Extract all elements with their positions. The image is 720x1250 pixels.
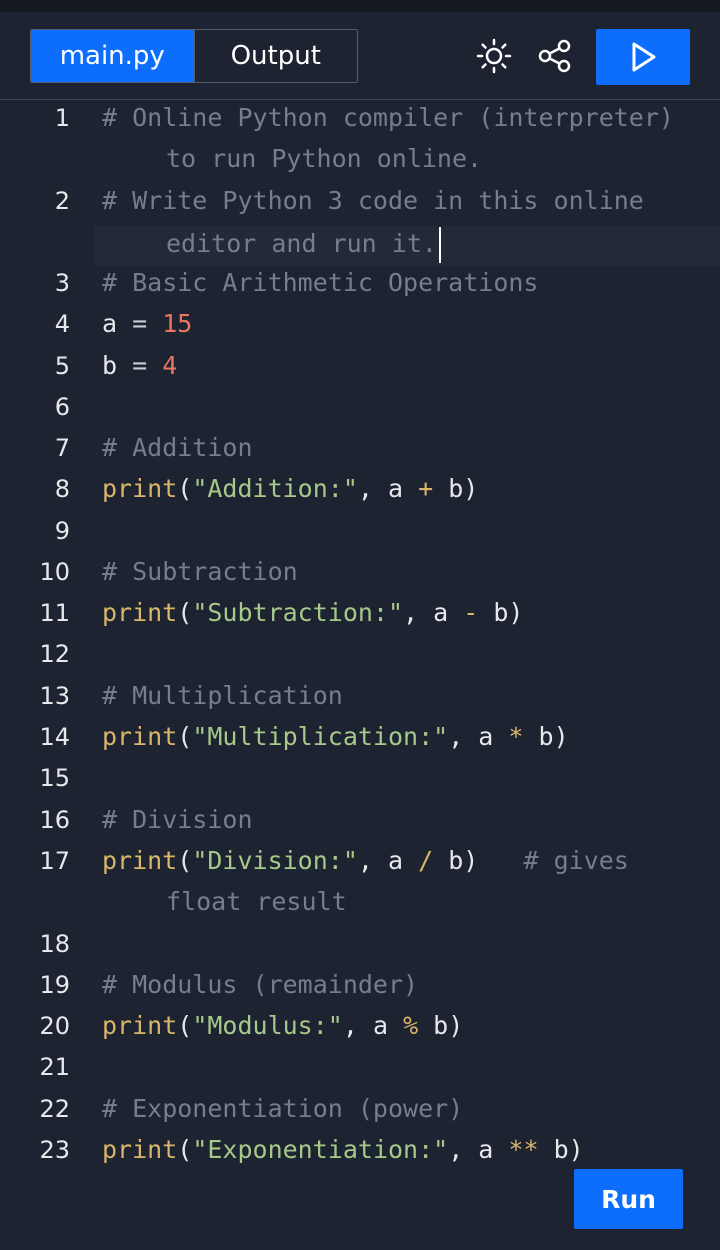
text-cursor xyxy=(438,227,441,263)
comment-text: editor and run it. xyxy=(166,229,437,258)
theme-sun-icon[interactable] xyxy=(476,38,512,74)
line-number: 17 xyxy=(39,847,70,875)
line-number: 22 xyxy=(39,1095,70,1123)
code-token: b) xyxy=(418,1011,464,1040)
code-line-20: print("Modulus:", a % b) xyxy=(102,1011,464,1040)
line-number: 9 xyxy=(54,517,70,545)
line-number: 10 xyxy=(39,558,70,586)
line-number: 8 xyxy=(54,475,70,503)
code-line-7: # Addition xyxy=(102,433,253,462)
line-number: 23 xyxy=(39,1136,70,1164)
line-number: 14 xyxy=(39,723,70,751)
string-token: "Division:" xyxy=(192,846,358,875)
code-line-22: # Exponentiation (power) xyxy=(102,1094,464,1123)
line-number: 16 xyxy=(39,806,70,834)
code-token: , a xyxy=(403,598,464,627)
code-token: b) xyxy=(433,846,479,875)
code-line-14: print("Multiplication:", a * b) xyxy=(102,722,569,751)
status-strip xyxy=(0,0,720,12)
code-line-16: # Division xyxy=(102,805,253,834)
operator-token: = xyxy=(132,309,148,338)
number-token: 15 xyxy=(162,309,193,338)
code-line-10: # Subtraction xyxy=(102,557,298,586)
code-token: , a xyxy=(448,1135,509,1164)
operator-token: * xyxy=(508,722,524,751)
comment-token: # gives xyxy=(523,846,629,875)
line-number: 21 xyxy=(39,1053,70,1081)
line-number: 15 xyxy=(39,764,70,792)
operator-token: / xyxy=(418,846,434,875)
code-token: , a xyxy=(357,846,419,875)
function-token: print xyxy=(102,846,178,875)
code-token: , a xyxy=(448,722,509,751)
string-token: "Exponentiation:" xyxy=(192,1135,449,1164)
string-token: "Addition:" xyxy=(192,474,358,503)
play-icon xyxy=(632,42,656,72)
operator-token: % xyxy=(403,1011,419,1040)
code-line-3: # Basic Arithmetic Operations xyxy=(102,268,539,297)
code-editor[interactable]: 1 2 3 4 5 6 7 8 9 10 11 12 13 14 15 16 1… xyxy=(0,100,720,1250)
code-line-2-wrap: editor and run it. xyxy=(166,227,720,263)
code-line-23: print("Exponentiation:", a ** b) xyxy=(102,1135,584,1164)
code-token: , a xyxy=(342,1011,404,1040)
code-token: b) xyxy=(478,598,524,627)
code-line-8: print("Addition:", a + b) xyxy=(102,474,479,503)
line-number: 18 xyxy=(39,930,70,958)
run-button[interactable]: Run xyxy=(574,1169,683,1229)
line-number: 20 xyxy=(39,1012,70,1040)
line-number: 19 xyxy=(39,971,70,999)
line-number: 7 xyxy=(54,434,70,462)
tab-main-py[interactable]: main.py xyxy=(31,30,194,82)
function-token: print xyxy=(102,722,178,751)
code-line-17: print("Division:", a / b) # gives xyxy=(102,846,629,875)
string-token: "Subtraction:" xyxy=(192,598,404,627)
line-number: 2 xyxy=(54,187,70,215)
line-number: 13 xyxy=(39,682,70,710)
function-token: print xyxy=(102,598,178,627)
function-token: print xyxy=(102,1135,178,1164)
code-line-17-wrap: float result xyxy=(166,887,347,916)
function-token: print xyxy=(102,474,178,503)
operator-token: = xyxy=(132,351,148,380)
code-line-4: a = 15 xyxy=(102,309,712,338)
line-number: 1 xyxy=(54,104,70,132)
code-token: , a xyxy=(357,474,419,503)
editor-header: main.py Output xyxy=(0,12,720,100)
line-number: 5 xyxy=(54,352,70,380)
function-token: print xyxy=(102,1011,178,1040)
line-number: 12 xyxy=(39,640,70,668)
code-line-5: b = 4 xyxy=(102,351,712,380)
code-line-2: # Write Python 3 code in this online xyxy=(102,186,644,215)
share-icon[interactable] xyxy=(537,38,573,74)
file-tabs: main.py Output xyxy=(30,29,358,83)
line-number: 6 xyxy=(54,393,70,421)
code-line-13: # Multiplication xyxy=(102,681,343,710)
run-button-top[interactable] xyxy=(596,29,690,85)
variable-token: a xyxy=(102,309,118,338)
line-number: 11 xyxy=(39,599,70,627)
string-token: "Modulus:" xyxy=(192,1011,343,1040)
code-line-19: # Modulus (remainder) xyxy=(102,970,419,999)
operator-token: ** xyxy=(508,1135,539,1164)
code-token: b) xyxy=(538,1135,584,1164)
variable-token: b xyxy=(102,351,118,380)
code-line-1: # Online Python compiler (interpreter) xyxy=(102,103,674,132)
code-line-11: print("Subtraction:", a - b) xyxy=(102,598,524,627)
tab-output[interactable]: Output xyxy=(193,30,357,82)
line-number: 4 xyxy=(54,310,70,338)
code-token: b) xyxy=(523,722,569,751)
operator-token: - xyxy=(463,598,479,627)
number-token: 4 xyxy=(162,351,178,380)
line-number: 3 xyxy=(54,269,70,297)
operator-token: + xyxy=(418,474,434,503)
code-line-1-wrap: to run Python online. xyxy=(166,144,483,173)
string-token: "Multiplication:" xyxy=(192,722,449,751)
code-token: b) xyxy=(433,474,479,503)
